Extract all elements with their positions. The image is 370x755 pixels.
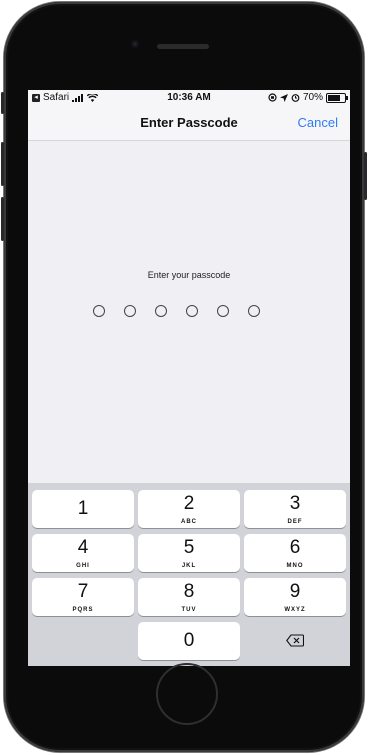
backspace-icon: [286, 634, 304, 647]
front-camera: [131, 40, 139, 48]
status-bar: ◂ Safari 10:36 AM 70%: [28, 90, 350, 106]
key-digit: 1: [77, 498, 89, 519]
key-digit: 4: [77, 537, 89, 558]
key-1[interactable]: 1: [32, 490, 134, 528]
screen: ◂ Safari 10:36 AM 70% Enter Passcode Can…: [28, 90, 350, 666]
key-8[interactable]: 8 TUV: [138, 578, 240, 616]
volume-up-button: [1, 142, 4, 186]
key-3[interactable]: 3 DEF: [244, 490, 346, 528]
key-2[interactable]: 2 ABC: [138, 490, 240, 528]
battery-icon: [326, 92, 348, 103]
passcode-prompt: Enter your passcode: [147, 270, 231, 280]
key-letters: WXYZ: [284, 607, 306, 613]
passcode-dot: [93, 305, 105, 317]
status-right: 70%: [268, 92, 348, 103]
key-digit: 3: [289, 493, 301, 514]
orientation-lock-icon: [268, 93, 277, 102]
passcode-dot: [124, 305, 136, 317]
key-letters: TUV: [181, 607, 197, 613]
key-digit: 7: [77, 581, 89, 602]
battery-percent: 70%: [302, 92, 323, 103]
key-digit: 0: [183, 630, 195, 651]
passcode-dot: [186, 305, 198, 317]
navigation-bar: Enter Passcode Cancel: [28, 106, 350, 141]
key-digit: 5: [183, 537, 195, 558]
key-letters: JKL: [181, 563, 197, 569]
key-5[interactable]: 5 JKL: [138, 534, 240, 572]
key-digit: 8: [183, 581, 195, 602]
key-0[interactable]: 0: [138, 622, 240, 660]
key-letters: ABC: [181, 519, 197, 525]
earpiece-speaker: [157, 44, 209, 49]
key-9[interactable]: 9 WXYZ: [244, 578, 346, 616]
delete-button[interactable]: [244, 622, 346, 660]
key-digit: 9: [289, 581, 301, 602]
key-7[interactable]: 7 PQRS: [32, 578, 134, 616]
mute-switch: [1, 92, 4, 114]
passcode-dot: [155, 305, 167, 317]
passcode-dots: [93, 305, 260, 317]
passcode-dot: [248, 305, 260, 317]
power-button: [364, 152, 367, 200]
key-letters: DEF: [287, 519, 303, 525]
numeric-keypad: 1 2 ABC 3 DEF 4 GHI 5 JKL 6 MNO 7 PQRS 8: [28, 483, 350, 666]
key-letters: MNO: [286, 563, 304, 569]
passcode-dot: [217, 305, 229, 317]
key-4[interactable]: 4 GHI: [32, 534, 134, 572]
cancel-button[interactable]: Cancel: [298, 115, 338, 130]
alarm-icon: [291, 94, 300, 102]
key-6[interactable]: 6 MNO: [244, 534, 346, 572]
home-button[interactable]: [156, 663, 218, 725]
key-digit: 6: [289, 537, 301, 558]
key-digit: 2: [183, 493, 195, 514]
key-letters: PQRS: [72, 607, 94, 613]
volume-down-button: [1, 197, 4, 241]
location-icon: [279, 93, 288, 102]
key-letters: GHI: [76, 563, 90, 569]
